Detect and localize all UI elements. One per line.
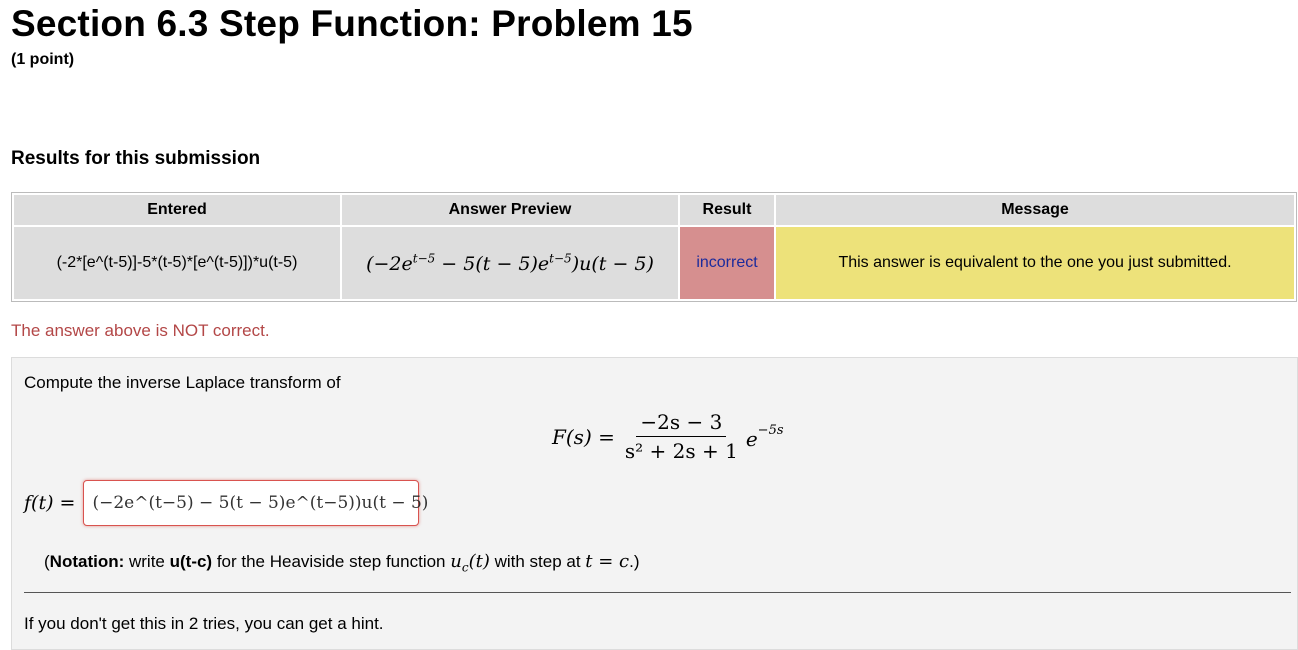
notation-text: (Notation: write u(t-c) for the Heavisid… [44, 551, 640, 575]
notation-step-function: uc(t) [450, 551, 490, 575]
equation-numerator: −2s − 3 [636, 410, 727, 437]
result-cell: incorrect [680, 227, 774, 299]
answer-label: f(t) = [24, 492, 76, 514]
column-header-message: Message [776, 195, 1294, 225]
divider [24, 592, 1291, 593]
results-row: (-2*[e^(t-5)]-5*(t-5)*[e^(t-5)])*u(t-5) … [14, 227, 1294, 299]
message-cell: This answer is equivalent to the one you… [776, 227, 1294, 299]
results-table: Entered Answer Preview Result Message (-… [11, 192, 1297, 302]
answer-preview-math: (−2et−5 − 5(t − 5)et−5)u(t − 5) [366, 251, 654, 275]
hint-text: If you don't get this in 2 tries, you ca… [24, 614, 384, 633]
column-header-answer-preview: Answer Preview [342, 195, 678, 225]
points-label: (1 point) [11, 51, 75, 68]
answer-row: f(t) = (−2e^(t−5) − 5(t − 5)e^(t−5))u(t … [24, 480, 428, 526]
answer-input[interactable]: (−2e^(t−5) − 5(t − 5)e^(t−5))u(t − 5) [83, 480, 428, 526]
results-heading: Results for this submission [11, 148, 261, 169]
equation-fraction: −2s − 3 s² + 2s + 1 [621, 410, 742, 463]
notation-step-location: t = c [585, 551, 630, 572]
problem-intro: Compute the inverse Laplace transform of [24, 373, 341, 392]
page-title: Section 6.3 Step Function: Problem 15 [11, 3, 693, 44]
answer-preview-cell: (−2et−5 − 5(t − 5)et−5)u(t − 5) [342, 227, 678, 299]
equation-lhs: F(s) = [552, 424, 615, 449]
equation-exponential: e−5s [745, 422, 784, 451]
column-header-entered: Entered [14, 195, 340, 225]
status-message: The answer above is NOT correct. [11, 321, 270, 340]
problem-box: Compute the inverse Laplace transform of… [11, 357, 1298, 650]
equation-denominator: s² + 2s + 1 [624, 439, 738, 463]
results-header-row: Entered Answer Preview Result Message [14, 195, 1294, 225]
entered-cell: (-2*[e^(t-5)]-5*(t-5)*[e^(t-5)])*u(t-5) [14, 227, 340, 299]
laplace-equation: F(s) = −2s − 3 s² + 2s + 1 e−5s [552, 410, 784, 463]
column-header-result: Result [680, 195, 774, 225]
